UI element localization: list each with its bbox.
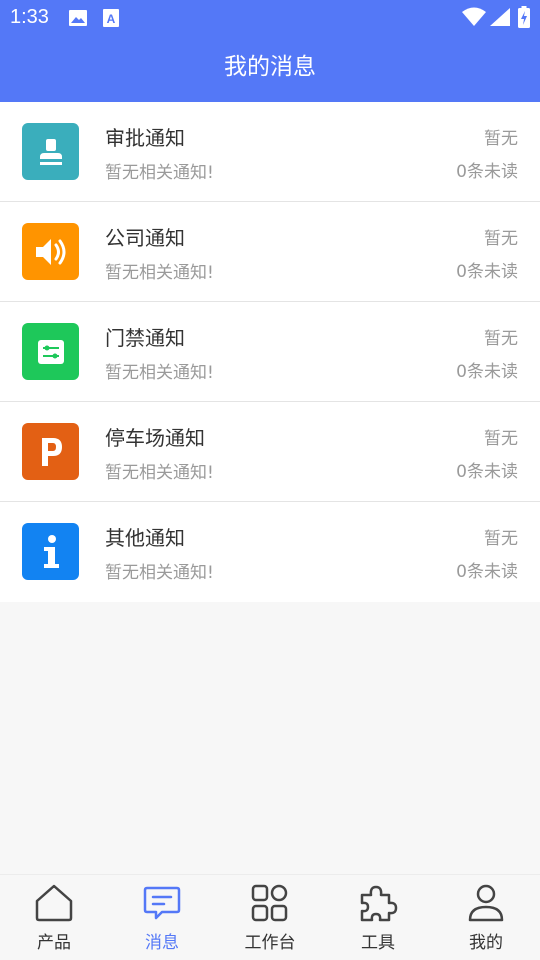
speaker-icon bbox=[22, 223, 79, 280]
notification-item-other[interactable]: 其他通知 暂无相关通知! 暂无 0条未读 bbox=[0, 502, 540, 602]
puzzle-icon bbox=[358, 883, 398, 923]
page-title: 我的消息 bbox=[224, 54, 316, 80]
notification-title: 审批通知 bbox=[105, 126, 185, 150]
parking-icon bbox=[22, 423, 79, 480]
notification-title: 停车场通知 bbox=[105, 426, 205, 450]
message-icon bbox=[142, 883, 182, 923]
notification-item-access[interactable]: 门禁通知 暂无相关通知! 暂无 0条未读 bbox=[0, 302, 540, 402]
notification-subtitle: 暂无相关通知! bbox=[105, 363, 214, 383]
user-icon bbox=[466, 883, 506, 923]
status-bar: 1:33 A bbox=[0, 0, 540, 36]
bottom-tab-bar: 产品 消息 工作台 工具 我的 bbox=[0, 874, 540, 960]
notification-title: 门禁通知 bbox=[105, 326, 185, 350]
tab-label: 消息 bbox=[145, 933, 179, 953]
status-time: 1:33 bbox=[10, 6, 49, 28]
unread-count: 0条未读 bbox=[456, 562, 518, 582]
tab-label: 工具 bbox=[361, 933, 395, 953]
stamp-icon bbox=[22, 123, 79, 180]
app-header: 1:33 A 我的消息 bbox=[0, 0, 540, 102]
notification-status: 暂无 bbox=[484, 129, 518, 149]
notification-list: 审批通知 暂无相关通知! 暂无 0条未读 公司通知 暂无相关通知! 暂无 0条未… bbox=[0, 102, 540, 602]
tab-messages[interactable]: 消息 bbox=[108, 875, 216, 960]
notification-subtitle: 暂无相关通知! bbox=[105, 563, 214, 583]
info-icon bbox=[22, 523, 79, 580]
battery-icon bbox=[518, 6, 530, 32]
unread-count: 0条未读 bbox=[456, 462, 518, 482]
home-icon bbox=[34, 883, 74, 923]
cell-signal-icon bbox=[490, 8, 510, 30]
tab-workbench[interactable]: 工作台 bbox=[216, 875, 324, 960]
notification-status: 暂无 bbox=[484, 429, 518, 449]
unread-count: 0条未读 bbox=[456, 362, 518, 382]
notification-subtitle: 暂无相关通知! bbox=[105, 463, 214, 483]
notification-status: 暂无 bbox=[484, 229, 518, 249]
notification-status: 暂无 bbox=[484, 329, 518, 349]
notification-item-company[interactable]: 公司通知 暂无相关通知! 暂无 0条未读 bbox=[0, 202, 540, 302]
grid-icon bbox=[250, 883, 290, 923]
tab-tools[interactable]: 工具 bbox=[324, 875, 432, 960]
image-notification-icon bbox=[68, 8, 88, 32]
notification-status: 暂无 bbox=[484, 529, 518, 549]
text-notification-icon: A bbox=[102, 8, 120, 32]
notification-title: 其他通知 bbox=[105, 526, 185, 550]
svg-text:A: A bbox=[107, 12, 116, 26]
notification-item-parking[interactable]: 停车场通知 暂无相关通知! 暂无 0条未读 bbox=[0, 402, 540, 502]
notification-item-approval[interactable]: 审批通知 暂无相关通知! 暂无 0条未读 bbox=[0, 102, 540, 202]
tab-label: 我的 bbox=[469, 933, 503, 953]
tab-profile[interactable]: 我的 bbox=[432, 875, 540, 960]
tab-label: 工作台 bbox=[244, 933, 296, 953]
wifi-icon bbox=[462, 7, 486, 31]
notification-subtitle: 暂无相关通知! bbox=[105, 163, 214, 183]
tab-products[interactable]: 产品 bbox=[0, 875, 108, 960]
unread-count: 0条未读 bbox=[456, 262, 518, 282]
unread-count: 0条未读 bbox=[456, 162, 518, 182]
notification-subtitle: 暂无相关通知! bbox=[105, 263, 214, 283]
tab-label: 产品 bbox=[37, 933, 71, 953]
notification-title: 公司通知 bbox=[105, 226, 185, 250]
access-control-icon bbox=[22, 323, 79, 380]
